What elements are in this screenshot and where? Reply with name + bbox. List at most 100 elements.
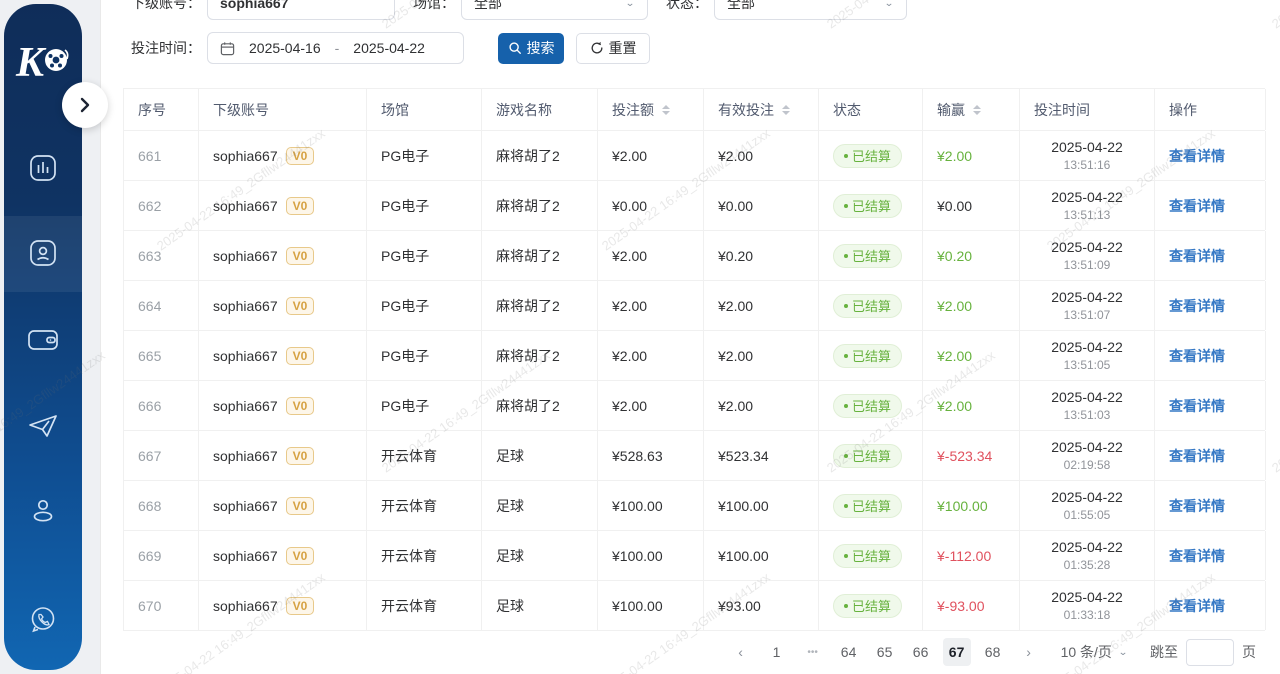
cell-index: 665 — [124, 331, 199, 380]
view-details-link[interactable]: 查看详情 — [1169, 346, 1225, 366]
sort-icon[interactable] — [782, 101, 790, 119]
column-header-8: 投注时间 — [1020, 89, 1155, 130]
cell-game: 麻将胡了2 — [482, 131, 598, 180]
column-header-4[interactable]: 投注额 — [598, 89, 704, 130]
cell-bet-amount: ¥100.00 — [598, 481, 704, 530]
cell-bet-time: 2025-04-2201:55:05 — [1020, 481, 1155, 530]
status-badge: 已结算 — [833, 594, 902, 618]
page-button-65[interactable]: 65 — [871, 638, 899, 666]
cell-account: sophia667V0 — [199, 281, 367, 330]
jump-page-input[interactable] — [1186, 639, 1234, 666]
cell-win-loss: ¥2.00 — [923, 381, 1020, 430]
cell-game: 麻将胡了2 — [482, 381, 598, 430]
status-badge: 已结算 — [833, 544, 902, 568]
table-row: 666sophia667V0PG电子麻将胡了2¥2.00¥2.00已结算¥2.0… — [124, 381, 1265, 431]
account-input[interactable]: sophia667 — [207, 0, 395, 20]
cell-account: sophia667V0 — [199, 181, 367, 230]
date-range-picker[interactable]: 2025-04-16 - 2025-04-22 — [207, 32, 464, 64]
page-size-select[interactable]: 10 条/页 ⌄ — [1061, 642, 1128, 662]
column-header-7[interactable]: 输赢 — [923, 89, 1020, 130]
venue-select[interactable]: 全部 ⌄ — [461, 0, 648, 20]
date-from: 2025-04-16 — [249, 40, 321, 56]
view-details-link[interactable]: 查看详情 — [1169, 446, 1225, 466]
vip-level-badge: V0 — [286, 247, 315, 265]
view-details-link[interactable]: 查看详情 — [1169, 396, 1225, 416]
view-details-link[interactable]: 查看详情 — [1169, 296, 1225, 316]
cell-venue: PG电子 — [367, 181, 482, 230]
sidebar-item-whatsapp[interactable] — [4, 582, 82, 658]
cell-venue: 开云体育 — [367, 481, 482, 530]
filter-row-2: 投注时间： 2025-04-16 - 2025-04-22 搜索 — [131, 32, 650, 64]
bet-time-label: 投注时间： — [131, 38, 201, 58]
chevron-down-icon: ⌄ — [884, 0, 894, 9]
cell-status: 已结算 — [819, 381, 923, 430]
sidebar-item-member-card[interactable] — [4, 216, 82, 292]
search-icon — [508, 41, 522, 55]
date-to: 2025-04-22 — [353, 40, 425, 56]
cell-status: 已结算 — [819, 431, 923, 480]
cell-account: sophia667V0 — [199, 381, 367, 430]
table-row: 668sophia667V0开云体育足球¥100.00¥100.00已结算¥10… — [124, 481, 1265, 531]
status-badge: 已结算 — [833, 294, 902, 318]
view-details-link[interactable]: 查看详情 — [1169, 146, 1225, 166]
cell-account: sophia667V0 — [199, 331, 367, 380]
brand-logo: K — [4, 36, 82, 91]
next-page-button[interactable]: › — [1015, 638, 1043, 666]
page-button-1[interactable]: 1 — [763, 638, 791, 666]
refresh-icon — [590, 41, 604, 55]
view-details-link[interactable]: 查看详情 — [1169, 246, 1225, 266]
cell-venue: PG电子 — [367, 331, 482, 380]
page-button-67[interactable]: 67 — [943, 638, 971, 666]
sidebar-item-bar-chart[interactable] — [4, 131, 82, 207]
view-details-link[interactable]: 查看详情 — [1169, 496, 1225, 516]
cell-valid-bet: ¥523.34 — [704, 431, 819, 480]
cell-action: 查看详情 — [1155, 581, 1266, 630]
column-header-5[interactable]: 有效投注 — [704, 89, 819, 130]
table-row: 670sophia667V0开云体育足球¥100.00¥93.00已结算¥-93… — [124, 581, 1265, 631]
cell-index: 669 — [124, 531, 199, 580]
status-select[interactable]: 全部 ⌄ — [714, 0, 907, 20]
status-badge: 已结算 — [833, 494, 902, 518]
cell-status: 已结算 — [819, 231, 923, 280]
status-label: 状态： — [666, 0, 708, 13]
chevron-down-icon: ⌄ — [625, 0, 635, 9]
sidebar-item-user[interactable] — [4, 474, 82, 550]
cell-account: sophia667V0 — [199, 481, 367, 530]
page-button-66[interactable]: 66 — [907, 638, 935, 666]
page-button-64[interactable]: 64 — [835, 638, 863, 666]
cell-bet-time: 2025-04-2202:19:58 — [1020, 431, 1155, 480]
table-row: 669sophia667V0开云体育足球¥100.00¥100.00已结算¥-1… — [124, 531, 1265, 581]
cell-bet-amount: ¥2.00 — [598, 231, 704, 280]
svg-text:K: K — [15, 40, 47, 86]
view-details-link[interactable]: 查看详情 — [1169, 546, 1225, 566]
vip-level-badge: V0 — [286, 397, 315, 415]
member-card-icon — [28, 238, 58, 271]
sidebar-item-wallet[interactable] — [4, 303, 82, 379]
view-details-link[interactable]: 查看详情 — [1169, 196, 1225, 216]
search-button[interactable]: 搜索 — [498, 33, 564, 64]
vip-level-badge: V0 — [286, 497, 315, 515]
prev-page-button[interactable]: ‹ — [727, 638, 755, 666]
cell-bet-time: 2025-04-2213:51:16 — [1020, 131, 1155, 180]
cell-index: 668 — [124, 481, 199, 530]
cell-status: 已结算 — [819, 481, 923, 530]
cell-win-loss: ¥0.20 — [923, 231, 1020, 280]
page-button-68[interactable]: 68 — [979, 638, 1007, 666]
sort-icon[interactable] — [973, 101, 981, 119]
column-header-0: 序号 — [124, 89, 199, 130]
column-header-9: 操作 — [1155, 89, 1266, 130]
status-badge: 已结算 — [833, 194, 902, 218]
user-icon — [28, 496, 58, 529]
cell-venue: PG电子 — [367, 281, 482, 330]
view-details-link[interactable]: 查看详情 — [1169, 596, 1225, 616]
cell-bet-amount: ¥0.00 — [598, 181, 704, 230]
cell-status: 已结算 — [819, 281, 923, 330]
table-row: 663sophia667V0PG电子麻将胡了2¥2.00¥0.20已结算¥0.2… — [124, 231, 1265, 281]
cell-bet-time: 2025-04-2213:51:09 — [1020, 231, 1155, 280]
sort-icon[interactable] — [662, 101, 670, 119]
cell-win-loss: ¥2.00 — [923, 131, 1020, 180]
sidebar-expand-button[interactable] — [62, 82, 108, 128]
cell-action: 查看详情 — [1155, 131, 1266, 180]
sidebar-item-telegram[interactable] — [4, 389, 82, 465]
reset-button[interactable]: 重置 — [576, 33, 650, 64]
